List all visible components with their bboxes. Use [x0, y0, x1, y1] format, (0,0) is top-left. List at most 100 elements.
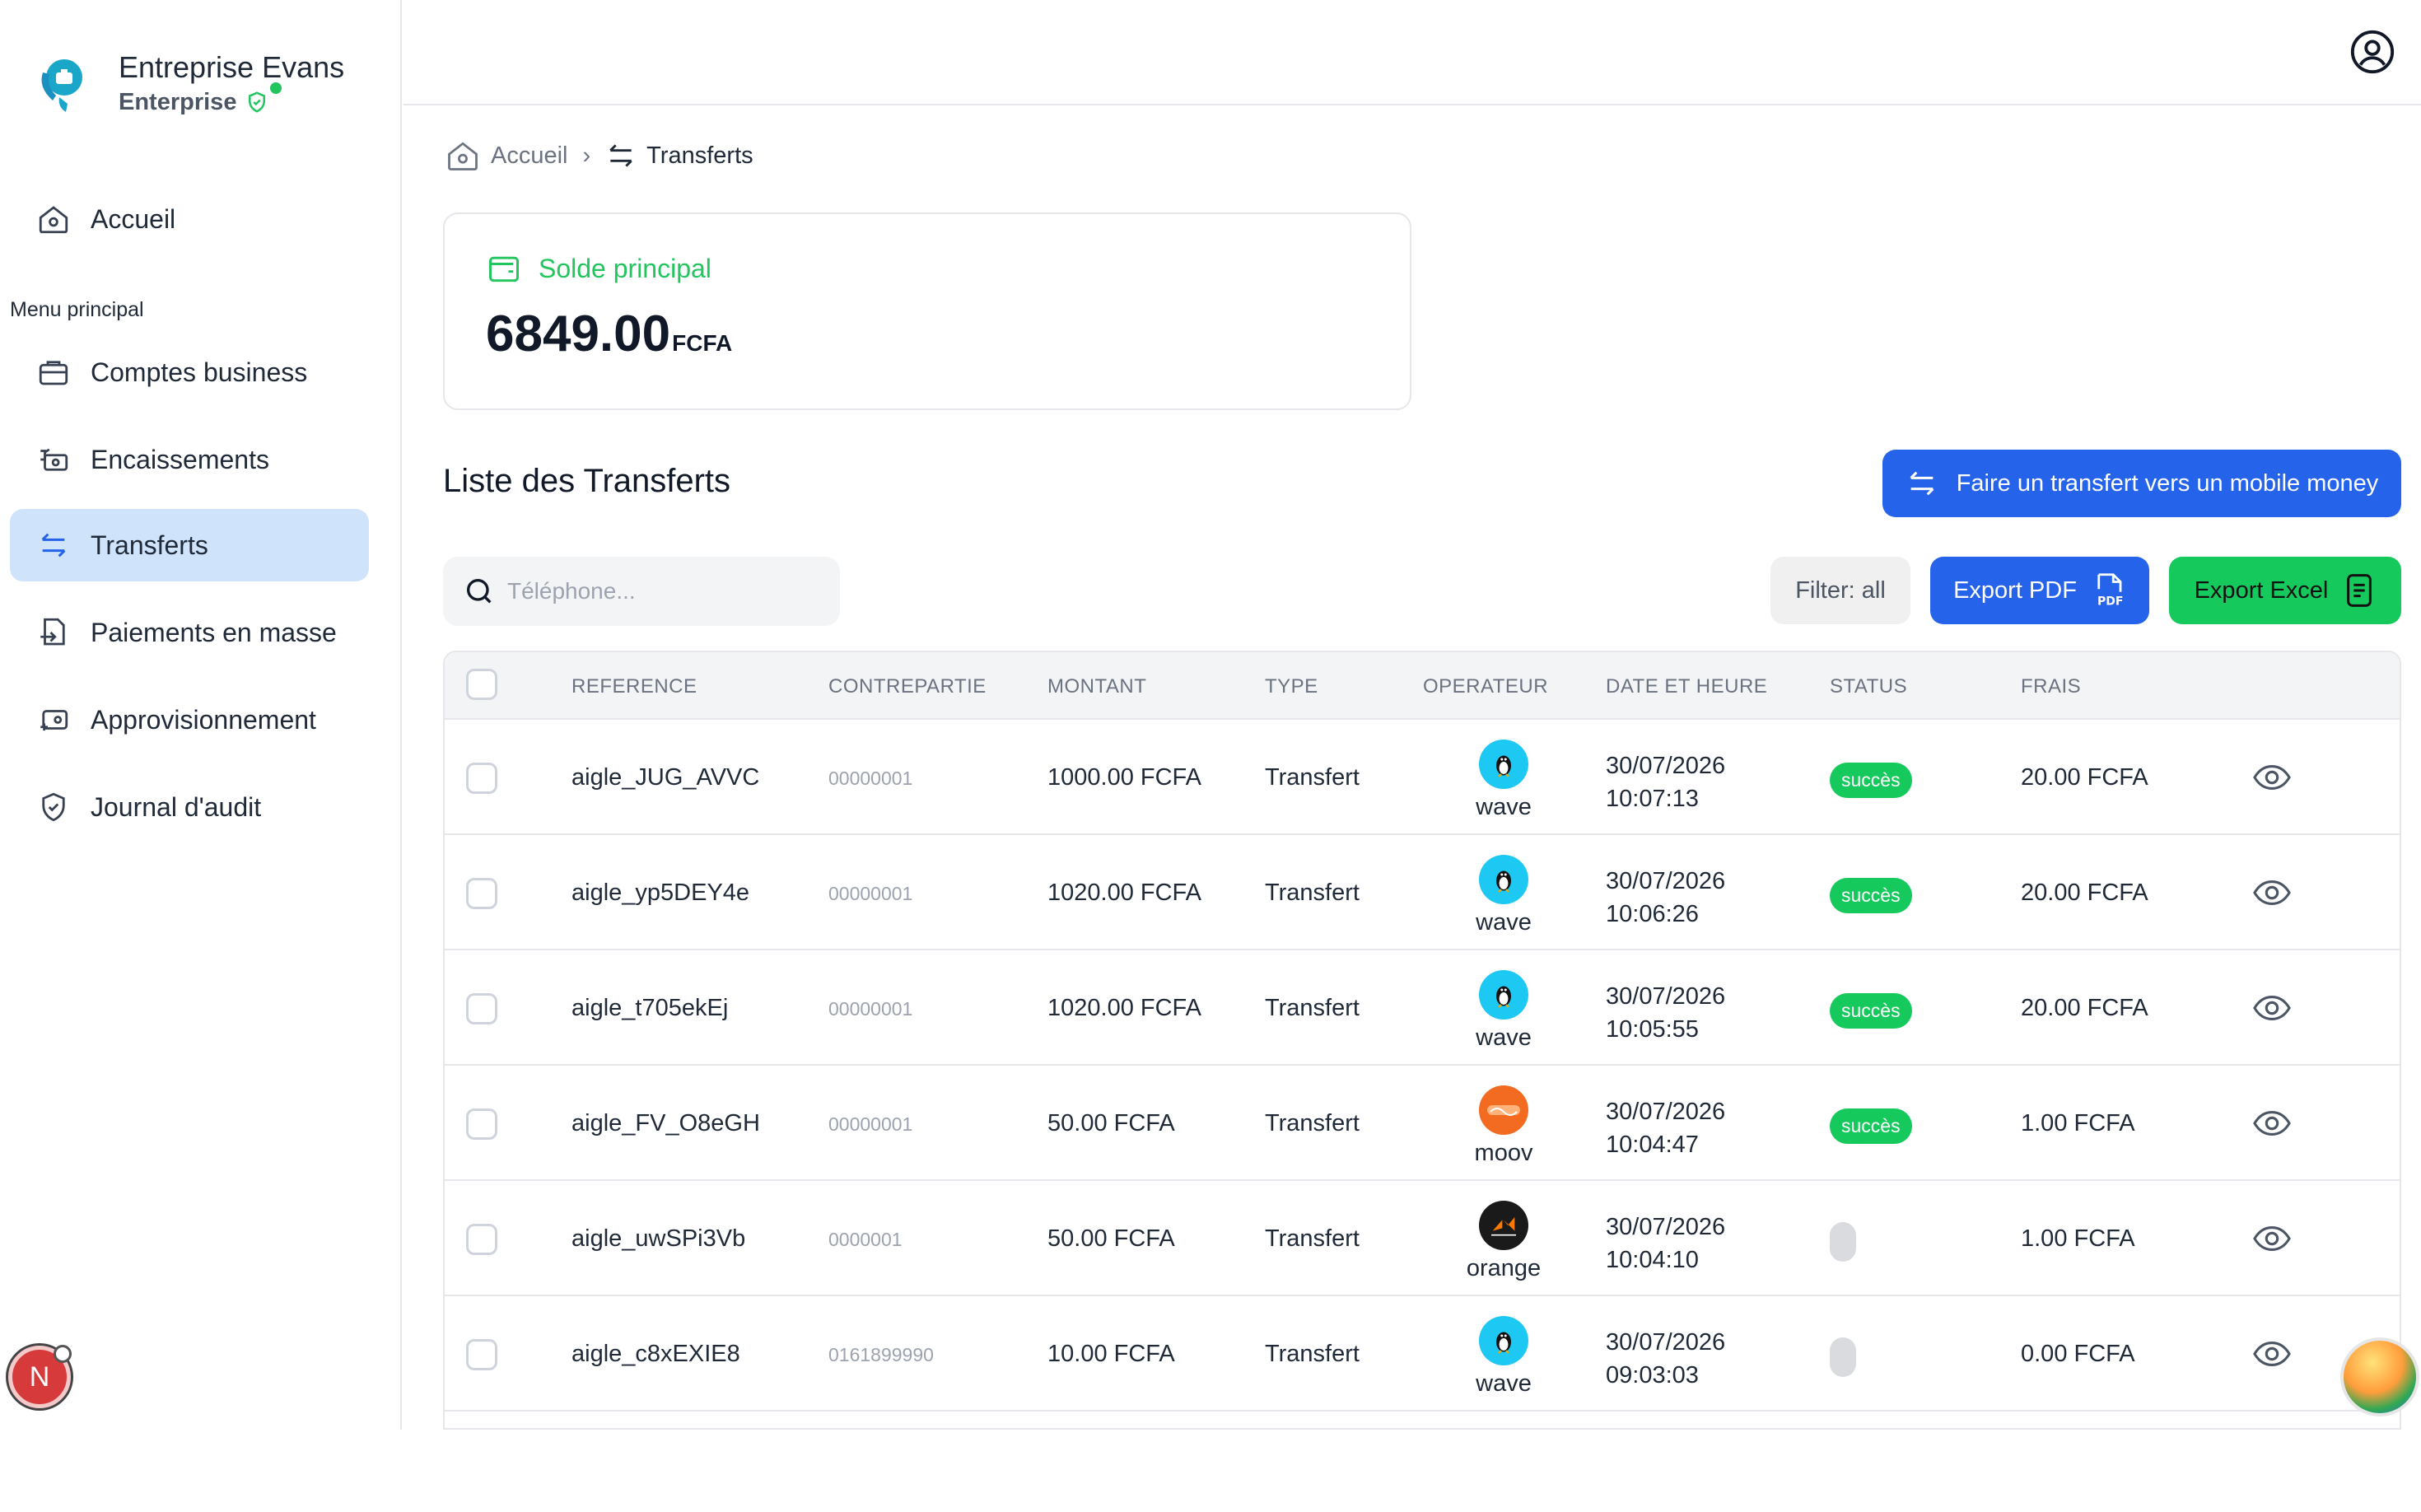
phone-search-input[interactable]	[507, 578, 837, 604]
operator-name: wave	[1476, 909, 1532, 936]
status-badge-pending	[1830, 1222, 1856, 1262]
cell-reference: aigle_JUG_AVVC	[571, 764, 760, 791]
search-icon	[467, 579, 492, 604]
cell-operator: wave	[1446, 740, 1561, 821]
cell-date-time: 30/07/2026 10:07:13	[1606, 749, 1725, 815]
new-transfer-label: Faire un transfert vers un mobile money	[1956, 469, 2379, 497]
cell-date: 30/07/2026	[1606, 1329, 1726, 1356]
floating-assistant-icon[interactable]	[2340, 1337, 2419, 1416]
table-row[interactable]: aigle_c8xEXIE8 0161899990 10.00 FCFA Tra…	[445, 1296, 2400, 1412]
sidebar-item-bulk-payments[interactable]: Paiements en masse	[10, 596, 369, 669]
online-status-dot	[270, 82, 282, 94]
cell-reference: aigle_t705ekEj	[571, 995, 729, 1021]
app-root: Entreprise Evans Enterprise Accueil Menu…	[0, 0, 2421, 1512]
top-bar	[404, 0, 2421, 105]
chevron-right-icon: ›	[582, 142, 591, 169]
cell-type: Transfert	[1265, 880, 1360, 906]
export-pdf-label: Export PDF	[1953, 576, 2077, 604]
breadcrumb-home[interactable]: Accueil	[445, 138, 568, 174]
balance-value: 6849.00FCFA	[486, 305, 732, 363]
cell-time: 10:04:47	[1606, 1132, 1699, 1158]
row-checkbox[interactable]	[466, 993, 497, 1024]
row-checkbox[interactable]	[466, 878, 497, 909]
list-title: Liste des Transferts	[443, 463, 731, 499]
breadcrumb: Accueil › Transferts	[445, 133, 753, 178]
row-checkbox[interactable]	[466, 1224, 497, 1255]
cell-reference: aigle_FV_O8eGH	[571, 1110, 760, 1136]
sidebar-item-audit-log[interactable]: Journal d'audit	[10, 771, 369, 843]
cell-fees: 20.00 FCFA	[2021, 995, 2148, 1021]
table-row[interactable]: aigle_t705ekEj 00000001 1020.00 FCFA Tra…	[445, 950, 2400, 1066]
view-details-eye-icon[interactable]	[2253, 992, 2291, 1024]
new-transfer-button[interactable]: Faire un transfert vers un mobile money	[1882, 450, 2401, 517]
column-header-status: STATUS	[1830, 675, 1908, 698]
cell-date-time: 30/07/2026 10:04:47	[1606, 1095, 1725, 1161]
balance-amount: 6849.00	[486, 306, 671, 362]
sidebar-item-home[interactable]: Accueil	[10, 183, 369, 255]
table-row[interactable]: aigle_yp5DEY4e 00000001 1020.00 FCFA Tra…	[445, 835, 2400, 950]
row-checkbox[interactable]	[466, 763, 497, 794]
transfer-arrows-icon	[35, 526, 72, 564]
export-pdf-button[interactable]: Export PDF PDF	[1930, 557, 2149, 624]
cell-date: 30/07/2026	[1606, 983, 1726, 1010]
notification-dot	[54, 1345, 72, 1363]
select-all-checkbox[interactable]	[466, 669, 497, 700]
cash-icon	[35, 441, 72, 478]
cell-date-time: 30/07/2026 10:05:55	[1606, 980, 1725, 1046]
search-box	[443, 557, 840, 626]
balance-unit: FCFA	[672, 330, 733, 356]
column-header-counterpart: CONTREPARTIE	[828, 675, 987, 698]
sidebar-item-business-accounts[interactable]: Comptes business	[10, 336, 369, 408]
sidebar-item-label: Paiements en masse	[91, 617, 337, 647]
wave-logo-icon	[1479, 1316, 1528, 1365]
cell-amount: 1020.00 FCFA	[1047, 995, 1201, 1021]
view-details-eye-icon[interactable]	[2253, 1222, 2291, 1255]
export-excel-button[interactable]: Export Excel	[2169, 557, 2401, 624]
cell-fees: 1.00 FCFA	[2021, 1225, 2135, 1252]
view-details-eye-icon[interactable]	[2253, 1107, 2291, 1140]
cell-time: 09:03:03	[1606, 1362, 1699, 1388]
column-header-reference: REFERENCE	[571, 675, 697, 698]
wallet-icon	[489, 256, 519, 282]
shield-check-icon	[35, 788, 72, 826]
cell-date: 30/07/2026	[1606, 1099, 1726, 1125]
table-row[interactable]: aigle_FV_O8eGH 00000001 50.00 FCFA Trans…	[445, 1066, 2400, 1181]
view-details-eye-icon[interactable]	[2253, 761, 2291, 794]
operator-name: moov	[1474, 1140, 1533, 1166]
cell-date: 30/07/2026	[1606, 868, 1726, 894]
cell-type: Transfert	[1265, 1341, 1360, 1367]
operator-name: orange	[1466, 1255, 1542, 1281]
brand-name: Entreprise Evans	[119, 49, 345, 84]
cell-amount: 50.00 FCFA	[1047, 1225, 1175, 1252]
orange-money-logo-icon	[1479, 1201, 1528, 1250]
row-checkbox[interactable]	[466, 1108, 497, 1140]
menu-section-label: Menu principal	[10, 298, 144, 321]
user-avatar-badge[interactable]: N	[8, 1345, 72, 1408]
view-details-eye-icon[interactable]	[2253, 1337, 2291, 1370]
table-row[interactable]: aigle_uwSPi3Vb 0000001 50.00 FCFA Transf…	[445, 1181, 2400, 1296]
cell-date: 30/07/2026	[1606, 1214, 1726, 1240]
cell-reference: aigle_c8xEXIE8	[571, 1341, 740, 1367]
sidebar-item-transfers[interactable]: Transferts	[10, 509, 369, 581]
row-checkbox[interactable]	[466, 1339, 497, 1370]
wave-logo-icon	[1479, 970, 1528, 1020]
briefcase-icon	[35, 353, 72, 391]
view-details-eye-icon[interactable]	[2253, 876, 2291, 909]
cell-type: Transfert	[1265, 1225, 1360, 1252]
cell-counterpart: 00000001	[828, 998, 913, 1020]
column-header-date-time: DATE ET HEURE	[1606, 675, 1768, 698]
wallet-plus-icon	[35, 701, 72, 739]
operator-name: wave	[1476, 1024, 1532, 1051]
user-account-icon[interactable]	[2349, 28, 2396, 76]
sidebar-item-label: Journal d'audit	[91, 791, 262, 822]
brand[interactable]: Entreprise Evans Enterprise	[35, 41, 344, 124]
sidebar-item-supply[interactable]: Approvisionnement	[10, 684, 369, 756]
cell-date-time: 30/07/2026 10:06:26	[1606, 865, 1725, 931]
status-badge: succès	[1830, 878, 1912, 913]
spreadsheet-file-icon	[2347, 574, 2372, 607]
cell-amount: 10.00 FCFA	[1047, 1341, 1175, 1367]
filter-button[interactable]: Filter: all	[1770, 557, 1910, 624]
table-row[interactable]: aigle_JUG_AVVC 00000001 1000.00 FCFA Tra…	[445, 720, 2400, 835]
sidebar-item-collections[interactable]: Encaissements	[10, 423, 369, 496]
column-header-fees: FRAIS	[2021, 675, 2082, 698]
